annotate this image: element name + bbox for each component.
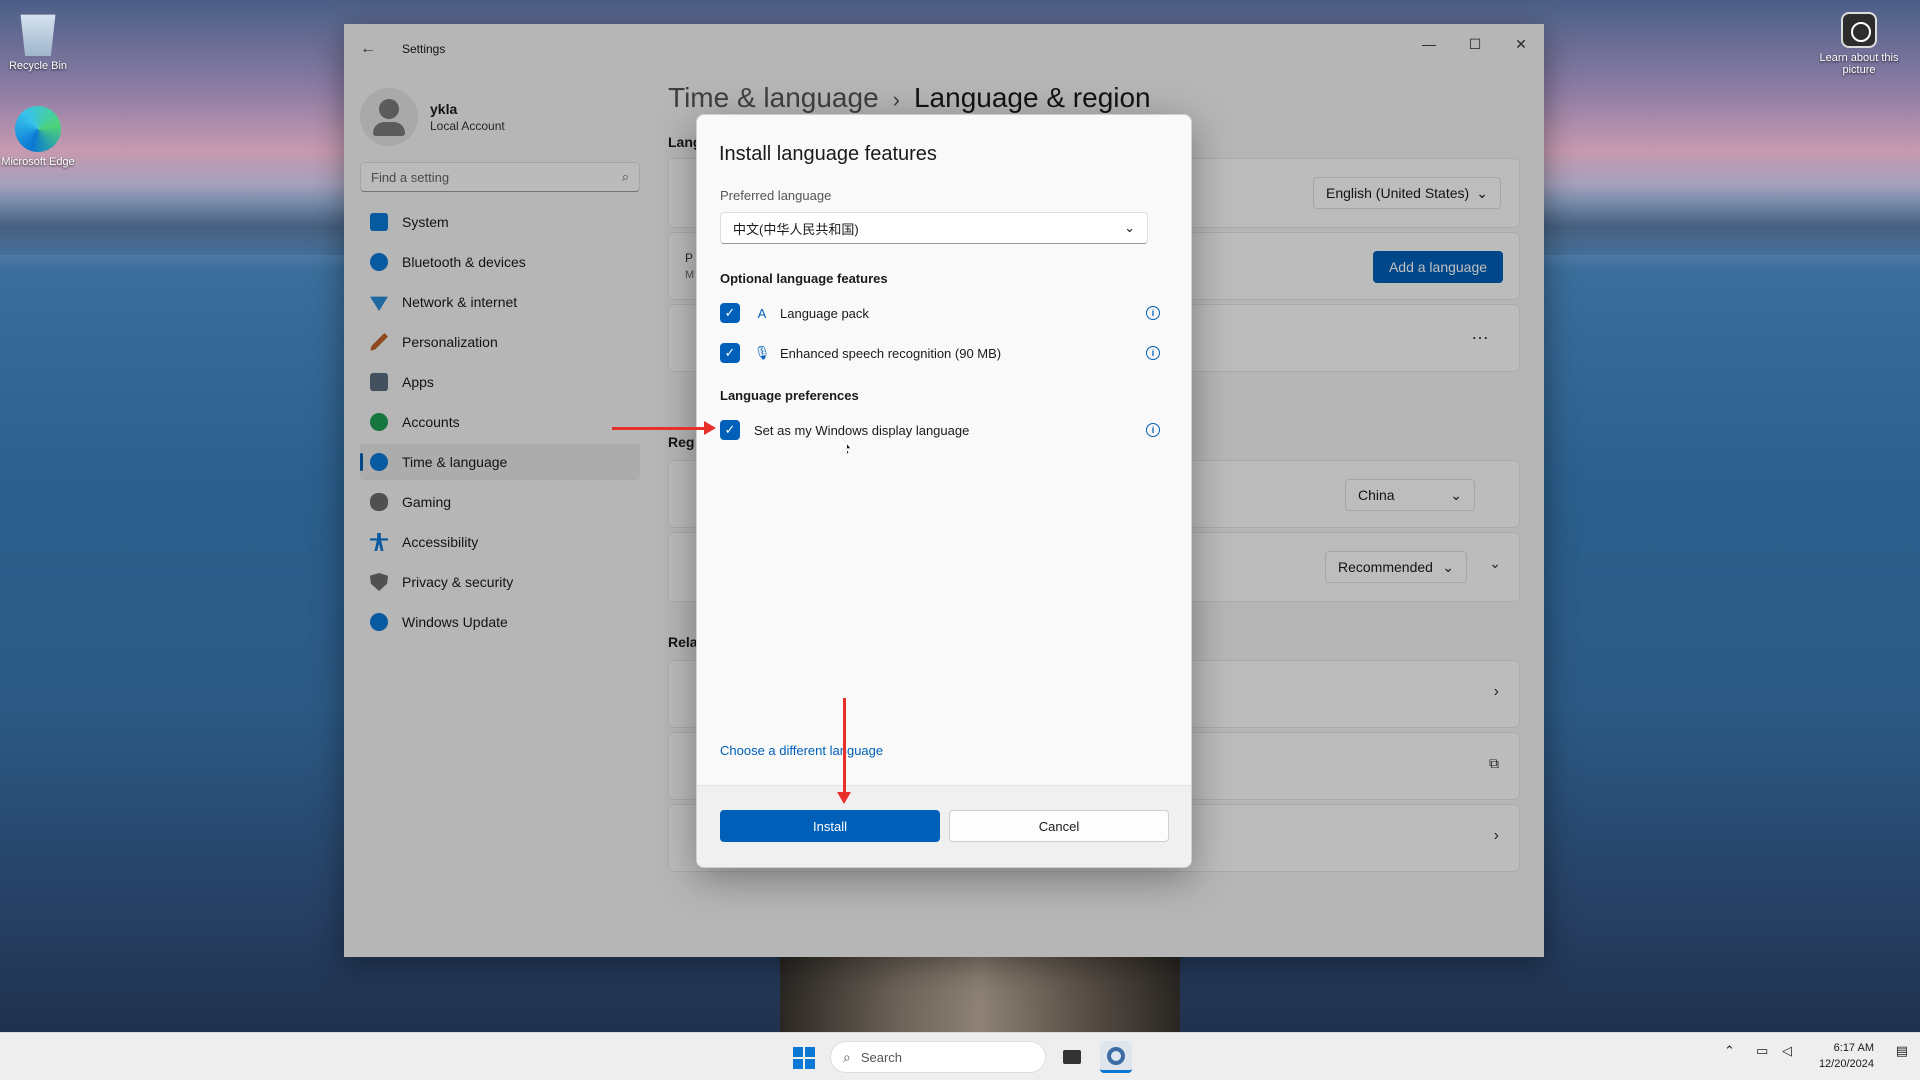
taskbar-search[interactable]: ⌕ Search (830, 1041, 1046, 1073)
taskbar-clock[interactable]: 6:17 AM 12/20/2024 (1819, 1040, 1874, 1072)
speech-recognition-label: Enhanced speech recognition (90 MB) (780, 345, 1002, 361)
dialog-footer: Install Cancel (697, 785, 1191, 867)
cancel-button[interactable]: Cancel (949, 810, 1169, 842)
info-icon[interactable]: i (1146, 306, 1160, 320)
clock-time: 6:17 AM (1833, 1042, 1874, 1054)
choose-different-language-link[interactable]: Choose a different language (720, 743, 883, 758)
annotation-arrow-install (837, 698, 851, 804)
preferred-language-label: Preferred language (720, 188, 832, 203)
microphone-icon: 🎙 (753, 345, 771, 360)
desktop-recycle-bin[interactable]: Recycle Bin (0, 10, 76, 72)
preferred-language-value: 中文(中华人民共和国) (733, 221, 859, 237)
language-preferences-heading: Language preferences (720, 388, 859, 403)
taskbar-search-label: Search (860, 1049, 903, 1065)
wooden-dock (780, 956, 1180, 1032)
language-pack-checkbox[interactable]: ✓ (720, 303, 740, 323)
clock-date: 12/20/2024 (1818, 1058, 1874, 1070)
chevron-up-icon[interactable]: ⌃ (1724, 1043, 1735, 1059)
edge-label: Microsoft Edge (1, 156, 75, 168)
display-language-pref-label: Set as my Windows display language (754, 422, 970, 438)
start-button[interactable] (793, 1047, 815, 1069)
camera-info-icon (1841, 12, 1877, 48)
info-icon[interactable]: i (1146, 423, 1160, 437)
desktop-edge[interactable]: Microsoft Edge (0, 106, 76, 168)
recycle-bin-label: Recycle Bin (8, 60, 68, 72)
recycle-bin-icon (20, 14, 56, 56)
display-language-checkbox[interactable]: ✓ (720, 420, 740, 440)
optional-features-heading: Optional language features (720, 271, 888, 286)
task-view-icon[interactable] (1056, 1041, 1088, 1073)
language-pack-icon: A (757, 305, 767, 321)
taskbar: ⌕ Search ⌃ ▭ ◁ 6:17 AM 12/20/2024 ▤ (0, 1032, 1920, 1080)
install-button[interactable]: Install (720, 810, 940, 842)
search-icon: ⌕ (843, 1048, 851, 1065)
display-language-option: ✓ Set as my Windows display language i (720, 418, 1160, 442)
annotation-arrow-checkbox (612, 421, 716, 435)
learn-label: Learn about this picture (1819, 52, 1899, 76)
notification-icon[interactable]: ▤ (1896, 1043, 1908, 1059)
install-language-dialog: Install language features Preferred lang… (696, 114, 1192, 868)
info-icon[interactable]: i (1146, 346, 1160, 360)
desktop-learn-picture[interactable]: Learn about this picture (1814, 12, 1904, 76)
volume-icon[interactable]: ◁ (1782, 1043, 1792, 1059)
chevron-down-icon: ⌄ (1124, 220, 1135, 235)
language-pack-label: Language pack (780, 305, 869, 321)
settings-app-icon[interactable] (1100, 1041, 1132, 1073)
network-icon[interactable]: ▭ (1756, 1043, 1768, 1059)
speech-recognition-option: ✓ 🎙 Enhanced speech recognition (90 MB) … (720, 341, 1160, 365)
speech-recognition-checkbox[interactable]: ✓ (720, 343, 740, 363)
edge-icon (15, 106, 61, 152)
dialog-title: Install language features (719, 143, 937, 165)
preferred-language-select[interactable]: 中文(中华人民共和国) ⌄ (720, 212, 1148, 244)
language-pack-option: ✓ A Language pack i (720, 301, 1160, 325)
